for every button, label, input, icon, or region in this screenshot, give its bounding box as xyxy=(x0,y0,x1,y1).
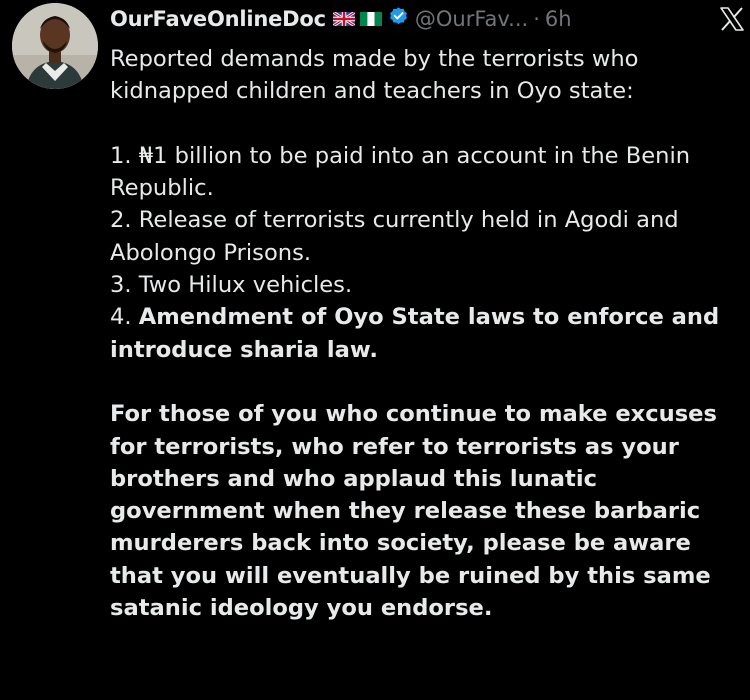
closing-line: that you will eventually be ruined by th… xyxy=(110,562,711,589)
separator-dot: · xyxy=(533,7,540,31)
tweet-body: Reported demands made by the terrorists … xyxy=(110,43,750,624)
nigeria-flag-icon xyxy=(359,6,382,32)
demand-line: Abolongo Prisons. xyxy=(110,239,312,266)
demand-4-line: 4. Amendment of Oyo State laws to enforc… xyxy=(110,301,750,333)
demand-line: Republic. xyxy=(110,175,214,202)
intro-line: kidnapped children and teachers in Oyo s… xyxy=(110,78,634,105)
closing-line: brothers and who applaud this lunatic xyxy=(110,465,597,492)
post-timestamp[interactable]: 6h xyxy=(545,6,572,32)
demand-4-bold-text: Amendment of Oyo State laws to enforce a… xyxy=(138,304,720,331)
author-handle[interactable]: @OurFav... xyxy=(415,6,528,32)
intro-line: Reported demands made by the terrorists … xyxy=(110,46,639,72)
demand-4-prefix: 4. xyxy=(110,304,139,331)
verified-badge-icon[interactable] xyxy=(388,6,409,33)
avatar[interactable] xyxy=(12,3,98,89)
demand-line: 3. Two Hilux vehicles. xyxy=(110,272,353,299)
x-logo-icon[interactable] xyxy=(718,6,746,32)
closing-line: satanic ideology you endorse. xyxy=(110,595,493,622)
closing-line: murderers back into society, please be a… xyxy=(110,530,691,557)
demand-line: 1. ₦1 billion to be paid into an account… xyxy=(110,142,691,169)
tweet-header: OurFaveOnlineDoc @OurFav... · 6h xyxy=(110,6,572,32)
demand-line: 2. Release of terrorists currently held … xyxy=(110,207,679,234)
author-display-name[interactable]: OurFaveOnlineDoc xyxy=(110,6,326,32)
demand-4-bold-line: introduce sharia law. xyxy=(110,336,378,363)
uk-flag-icon xyxy=(332,6,356,32)
closing-line: For those of you who continue to make ex… xyxy=(110,401,717,428)
closing-line: for terrorists, who refer to terrorists … xyxy=(110,433,679,460)
closing-line: government when they release these barba… xyxy=(110,498,701,525)
